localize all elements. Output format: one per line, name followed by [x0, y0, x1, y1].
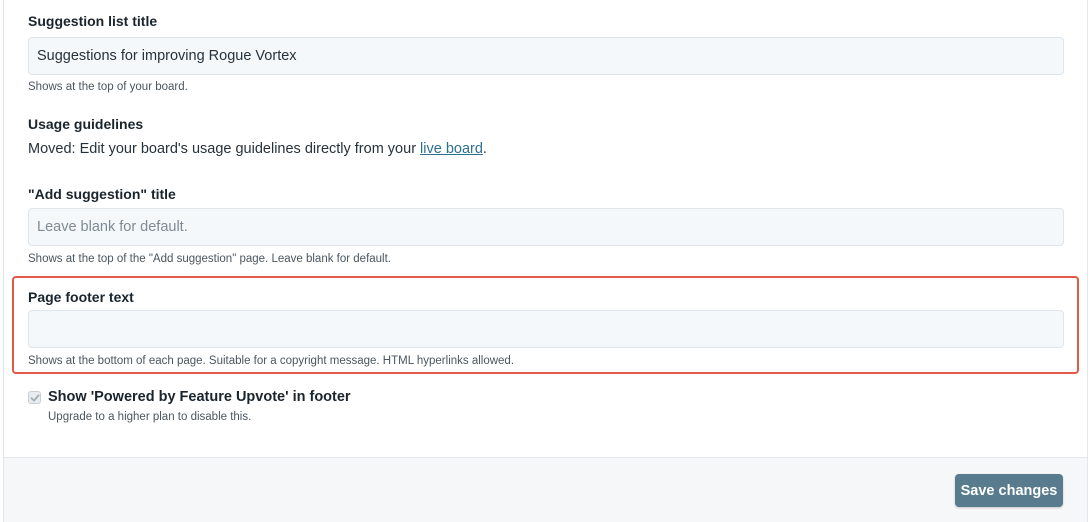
form-footer: Save changes: [4, 457, 1087, 522]
page-footer-text-input[interactable]: [28, 310, 1064, 348]
usage-guidelines-label: Usage guidelines: [28, 116, 144, 132]
add-suggestion-title-input[interactable]: [28, 208, 1064, 246]
usage-guidelines-text-after: .: [482, 141, 487, 157]
live-board-link[interactable]: live board: [420, 141, 483, 157]
suggestion-list-title-input[interactable]: [28, 37, 1064, 75]
suggestion-list-title-help: Shows at the top of your board.: [28, 81, 188, 93]
powered-by-help: Upgrade to a higher plan to disable this…: [48, 411, 252, 423]
usage-guidelines-moved-text: Moved: Edit your board's usage guideline…: [28, 141, 487, 157]
usage-guidelines-text-before: Moved: Edit your board's usage guideline…: [28, 141, 421, 157]
settings-form: Suggestion list title Shows at the top o…: [4, 0, 1087, 457]
settings-panel: Suggestion list title Shows at the top o…: [3, 0, 1088, 522]
powered-by-label[interactable]: Show 'Powered by Feature Upvote' in foot…: [48, 389, 351, 405]
suggestion-list-title-label: Suggestion list title: [28, 13, 158, 29]
add-suggestion-title-help: Shows at the top of the "Add suggestion"…: [28, 253, 391, 265]
page-footer-text-label: Page footer text: [28, 289, 134, 305]
checkmark-icon: [30, 394, 39, 401]
add-suggestion-title-label: "Add suggestion" title: [28, 186, 176, 202]
powered-by-checkbox[interactable]: [28, 391, 41, 404]
page-footer-text-help: Shows at the bottom of each page. Suitab…: [28, 355, 515, 367]
save-changes-button[interactable]: Save changes: [955, 474, 1063, 507]
